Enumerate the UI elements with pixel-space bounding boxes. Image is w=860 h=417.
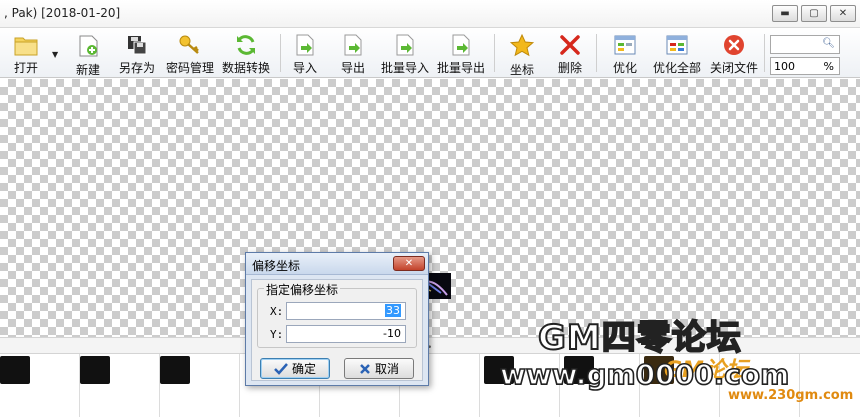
- coords-button[interactable]: 坐标: [504, 30, 540, 77]
- window-controls: ▬ ▢ ✕: [772, 5, 856, 22]
- toolbar-separator: [494, 34, 495, 72]
- maximize-button[interactable]: ▢: [801, 5, 827, 22]
- offset-coords-dialog: 偏移坐标 ✕ 指定偏移坐标 X: 33 Y: -10 确定 取消: [245, 252, 429, 386]
- optimize-all-button[interactable]: 优化全部: [650, 30, 704, 76]
- batch-export-icon: [449, 34, 473, 56]
- dialog-title: 偏移坐标: [252, 259, 301, 273]
- data-convert-button[interactable]: 数据转换: [220, 30, 272, 76]
- search-input[interactable]: 🔍︎: [770, 35, 840, 54]
- batch-import-button[interactable]: 批量导入: [378, 30, 432, 76]
- cancel-x-icon: [360, 363, 370, 374]
- image-canvas[interactable]: [0, 79, 860, 337]
- y-label: Y:: [270, 328, 284, 341]
- toolbar-separator: [280, 34, 281, 72]
- thumbnail-image: [160, 356, 190, 384]
- y-offset-input[interactable]: -10: [286, 325, 406, 343]
- open-dropdown-arrow[interactable]: ▼: [52, 50, 58, 59]
- x-offset-input[interactable]: 33: [286, 302, 406, 320]
- close-file-icon: [722, 34, 746, 56]
- folder-icon: [14, 34, 38, 56]
- open-button[interactable]: 打开: [6, 30, 46, 76]
- import-icon: [293, 34, 317, 56]
- ok-button[interactable]: 确定: [260, 358, 330, 379]
- batch-export-button[interactable]: 批量导出: [434, 30, 488, 76]
- thumbnail-cell[interactable]: [80, 354, 160, 417]
- thumbnail-cell[interactable]: [0, 354, 80, 417]
- close-file-button[interactable]: 关闭文件: [708, 30, 760, 76]
- optimize-button[interactable]: 优化: [606, 30, 644, 76]
- refresh-icon: [234, 34, 258, 56]
- zoom-unit: %: [823, 60, 834, 73]
- delete-x-icon: [558, 34, 582, 56]
- star-icon: [510, 34, 534, 58]
- toolbar-separator: [764, 34, 765, 72]
- export-icon: [341, 34, 365, 56]
- new-button[interactable]: 新建: [70, 30, 106, 77]
- import-button[interactable]: 导入: [288, 30, 322, 76]
- dialog-body: 指定偏移坐标 X: 33 Y: -10 确定 取消: [251, 279, 423, 381]
- zoom-value: 100: [774, 60, 795, 73]
- watermark-url: www.gm0000.com: [499, 357, 790, 392]
- password-manager-button[interactable]: 密码管理: [164, 30, 216, 76]
- new-file-icon: [76, 34, 100, 58]
- watermark: GM四零论坛 GM论坛 www.gm0000.com www.230gm.com: [499, 310, 860, 417]
- zoom-input[interactable]: 100 %: [770, 57, 840, 75]
- group-label: 指定偏移坐标: [264, 281, 341, 298]
- save-as-button[interactable]: 另存为: [114, 30, 160, 76]
- toolbar-separator: [596, 34, 597, 72]
- x-offset-value: 33: [385, 304, 401, 317]
- watermark-url-small: www.230gm.com: [728, 388, 854, 403]
- key-icon: [178, 34, 202, 56]
- title-bar: , Pak) [2018-01-20] ▬ ▢ ✕: [0, 0, 860, 28]
- thumbnail-cell[interactable]: [160, 354, 240, 417]
- thumbnail-image: [80, 356, 110, 384]
- dialog-title-bar[interactable]: 偏移坐标 ✕: [246, 253, 428, 275]
- toolbar: 打开 ▼ 新建 另存为 密码管理 数据转换 导入 导出 批量导入 批量导出 坐标…: [0, 28, 860, 78]
- dialog-close-button[interactable]: ✕: [393, 256, 425, 271]
- x-label: X:: [270, 305, 284, 318]
- close-window-button[interactable]: ✕: [830, 5, 856, 22]
- save-as-icon: [125, 34, 149, 56]
- window-title: , Pak) [2018-01-20]: [4, 6, 121, 20]
- thumbnail-image: [0, 356, 30, 384]
- delete-button[interactable]: 删除: [552, 30, 588, 76]
- batch-import-icon: [393, 34, 417, 56]
- optimize-icon: [613, 34, 637, 56]
- minimize-button[interactable]: ▬: [772, 5, 798, 22]
- search-icon[interactable]: 🔍︎: [822, 38, 835, 49]
- cancel-button[interactable]: 取消: [344, 358, 414, 379]
- export-button[interactable]: 导出: [336, 30, 370, 76]
- check-icon: [274, 362, 288, 375]
- optimize-all-icon: [665, 34, 689, 56]
